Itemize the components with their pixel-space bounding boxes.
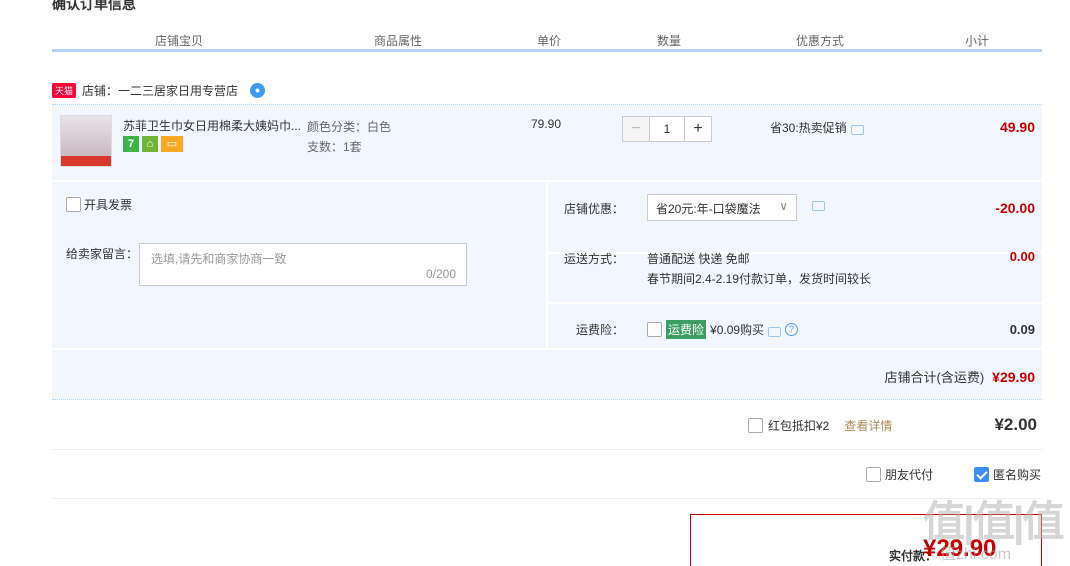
product-name[interactable]: 苏菲卫生巾女日用棉柔大姨妈巾... bbox=[123, 117, 305, 134]
shipping-label: 运送方式： bbox=[563, 252, 624, 266]
item-subtotal: 49.90 bbox=[999, 119, 1035, 135]
message-label: 给卖家留言： bbox=[66, 247, 139, 261]
friend-pay-option[interactable]: 朋友代付 bbox=[866, 466, 933, 483]
chevron-down-icon: ∨ bbox=[779, 199, 788, 213]
message-input[interactable]: 选填,请先和商家协商一致 0/200 bbox=[139, 243, 467, 286]
col-unit-price: 单价 bbox=[537, 34, 562, 48]
message-char-count: 0/200 bbox=[425, 267, 456, 281]
promo-comment-icon[interactable] bbox=[850, 124, 864, 135]
col-discount: 优惠方式 bbox=[796, 34, 845, 48]
invoice-label: 开具发票 bbox=[84, 198, 133, 212]
payment-options-row: 朋友代付 匿名购买 bbox=[52, 451, 1042, 499]
shop-name[interactable]: 一二三居家日用专营店 bbox=[118, 82, 238, 99]
shop-total-amount: ¥29.90 bbox=[992, 369, 1035, 385]
qty-input[interactable]: 1 bbox=[650, 116, 684, 142]
insurance-label: 运费险： bbox=[575, 323, 624, 337]
anonymous-option[interactable]: 匿名购买 bbox=[974, 466, 1041, 483]
shop-total: 店铺合计(含运费) ¥29.90 bbox=[752, 367, 1036, 386]
seven-day-return-icon[interactable]: 7 bbox=[123, 136, 139, 152]
shipping-method: 普通配送 快递 免邮 bbox=[647, 252, 750, 266]
order-item-row: 苏菲卫生巾女日用棉柔大姨妈巾... 7 ⌂ ▭ 颜色分类：白色 支数：1套 79… bbox=[52, 104, 1042, 180]
quantity-stepper: − 1 + bbox=[622, 116, 712, 142]
anonymous-label: 匿名购买 bbox=[993, 468, 1042, 482]
wangwang-chat-icon[interactable]: ● bbox=[250, 83, 266, 98]
redpack-label: 红包抵扣¥2 bbox=[768, 419, 830, 433]
promo-label: 省30:热卖促销 bbox=[770, 121, 847, 135]
coupon-comment-icon[interactable] bbox=[812, 201, 825, 211]
unit-price: 79.90 bbox=[531, 117, 562, 131]
shop-coupon-select[interactable]: 省20元:年-口袋魔法 ∨ bbox=[647, 194, 797, 221]
attr-color: 颜色分类：白色 bbox=[307, 120, 392, 134]
shop-line: 天猫 店铺： 一二三居家日用专营店 ● bbox=[52, 82, 266, 99]
shop-total-label: 店铺合计(含运费) bbox=[884, 370, 985, 385]
insurance-amount: 0.09 bbox=[1009, 322, 1035, 337]
message-placeholder: 选填,请先和商家协商一致 bbox=[151, 252, 287, 266]
insurance-comment-icon[interactable] bbox=[768, 326, 782, 337]
insurance-price: ¥0.09购买 bbox=[710, 323, 765, 337]
help-icon[interactable]: ? bbox=[785, 323, 799, 336]
column-header: 店铺宝贝 商品属性 单价 数量 优惠方式 小计 bbox=[52, 30, 1042, 52]
col-quantity: 数量 bbox=[657, 34, 682, 48]
redpack-checkbox[interactable] bbox=[748, 418, 763, 433]
phone-service-icon[interactable]: ⌂ bbox=[142, 136, 158, 152]
redpack-amount: ¥2.00 bbox=[994, 415, 1037, 434]
col-attributes: 商品属性 bbox=[374, 34, 423, 48]
invoice-option[interactable]: 开具发票 bbox=[66, 196, 132, 213]
promo-text: 省30:热卖促销 bbox=[770, 119, 864, 136]
invoice-checkbox[interactable] bbox=[66, 197, 81, 212]
shipping-note: 春节期间2.4-2.19付款订单，发货时间较长 bbox=[647, 272, 872, 286]
redpack-details-link[interactable]: 查看详情 bbox=[844, 417, 892, 434]
service-badges: 7 ⌂ ▭ bbox=[123, 136, 183, 152]
redpack-option: 红包抵扣¥2 查看详情 bbox=[748, 417, 892, 434]
coupon-amount: -20.00 bbox=[995, 200, 1035, 216]
coupon-selected: 省20元:年-口袋魔法 bbox=[656, 202, 761, 216]
anonymous-checkbox[interactable] bbox=[974, 467, 989, 482]
section-title: 确认订单信息 bbox=[52, 0, 136, 12]
col-shop-item: 店铺宝贝 bbox=[155, 34, 204, 48]
qty-plus-button[interactable]: + bbox=[684, 116, 712, 142]
friend-pay-checkbox[interactable] bbox=[866, 467, 881, 482]
credit-card-icon[interactable]: ▭ bbox=[161, 136, 183, 152]
insurance-checkbox[interactable] bbox=[647, 322, 662, 337]
attr-count: 支数：1套 bbox=[307, 140, 362, 154]
product-thumbnail[interactable] bbox=[60, 115, 112, 167]
col-subtotal: 小计 bbox=[965, 34, 990, 48]
watermark-text: 值zhi.com bbox=[940, 546, 1012, 563]
shipping-amount: 0.00 bbox=[1009, 249, 1035, 264]
qty-minus-button[interactable]: − bbox=[622, 116, 650, 142]
shop-label: 店铺： bbox=[82, 84, 119, 98]
insurance-badge: 运费险 bbox=[666, 320, 707, 339]
redpack-row: 红包抵扣¥2 查看详情 ¥2.00 bbox=[52, 401, 1042, 450]
friend-pay-label: 朋友代付 bbox=[885, 468, 934, 482]
order-options-panel: 开具发票 给卖家留言： 选填,请先和商家协商一致 0/200 店铺优惠： 省20… bbox=[52, 182, 1042, 400]
coupon-label: 店铺优惠： bbox=[563, 202, 624, 216]
insurance-option: 运费险 ¥0.09购买 ? bbox=[647, 320, 799, 339]
tmall-icon: 天猫 bbox=[52, 83, 77, 98]
